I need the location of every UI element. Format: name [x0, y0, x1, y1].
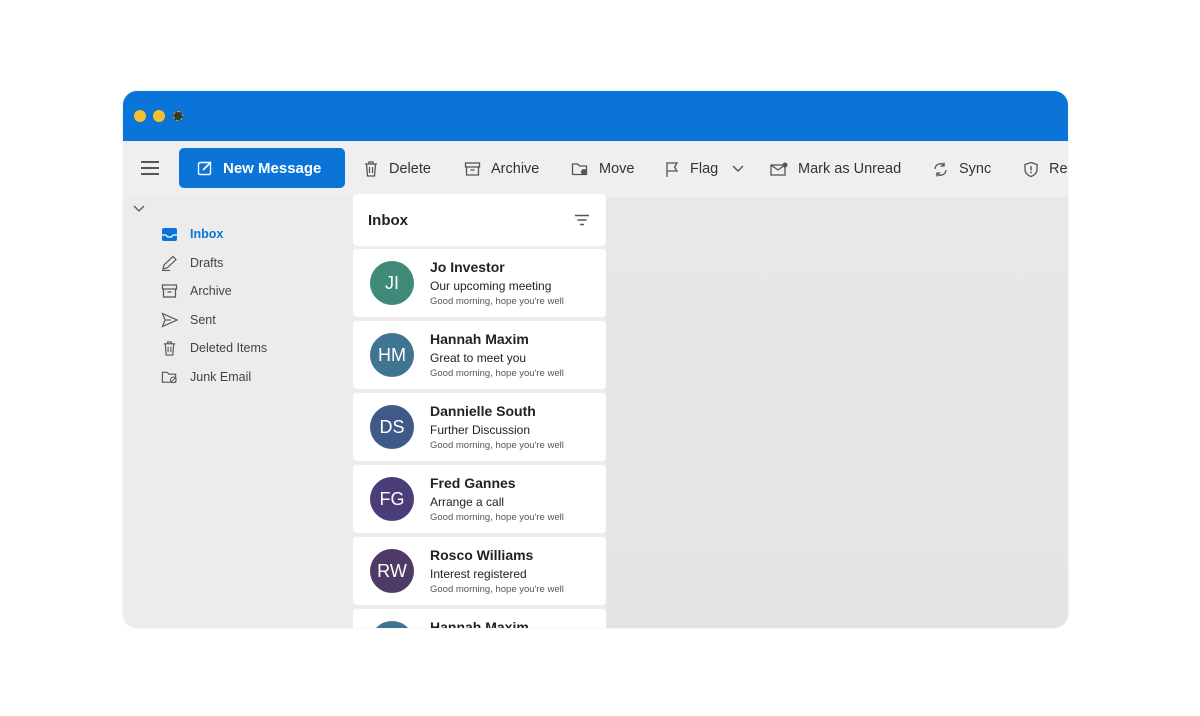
sent-icon	[161, 312, 178, 328]
message-subject: Further Discussion	[430, 423, 531, 437]
move-label: Move	[599, 161, 635, 177]
drafts-icon	[162, 255, 177, 271]
reading-pane	[606, 197, 1068, 628]
folder-sent[interactable]: Sent	[161, 309, 216, 331]
minimize-window-button[interactable]	[153, 110, 165, 122]
compose-icon	[197, 161, 212, 176]
folder-junk-email[interactable]: Junk Email	[161, 366, 251, 388]
folder-label: Archive	[190, 284, 232, 298]
message-preview: Good morning, hope you're well	[430, 368, 564, 379]
inbox-icon	[162, 227, 177, 241]
avatar: HM	[370, 333, 414, 377]
message-list: Inbox JI Jo Investor Our upcoming meeting G…	[353, 194, 606, 628]
move-folder-icon	[571, 163, 588, 176]
report-button[interactable]: Re	[1023, 157, 1068, 181]
mark-as-unread-button[interactable]: Mark as Unread	[770, 157, 901, 181]
filter-icon[interactable]	[574, 214, 590, 226]
message-row[interactable]: HM Hannah Maxim Great to meet you Good morn…	[353, 321, 606, 389]
avatar: HM	[370, 621, 414, 628]
unread-mail-icon	[770, 162, 788, 176]
flag-button[interactable]: Flag	[665, 157, 744, 181]
sync-label: Sync	[959, 161, 992, 177]
archive-icon	[161, 284, 178, 298]
folder-label: Junk Email	[190, 370, 252, 384]
avatar: JI	[370, 261, 414, 305]
message-list-header: Inbox	[353, 194, 606, 246]
message-sender: Fred Gannes	[430, 475, 516, 491]
mail-app-window: New Message Delete Archive Move Flag Mar…	[123, 91, 1068, 628]
toolbar: New Message Delete Archive Move Flag Mar…	[123, 141, 1068, 197]
message-row[interactable]: HM Hannah Maxim	[353, 609, 606, 628]
menu-icon[interactable]	[141, 161, 159, 175]
message-sender: Jo Investor	[430, 259, 505, 275]
message-row[interactable]: FG Fred Gannes Arrange a call Good morning,…	[353, 465, 606, 533]
flag-label: Flag	[690, 161, 719, 177]
new-message-label: New Message	[223, 159, 322, 177]
message-row[interactable]: RW Rosco Williams Interest registered Good …	[353, 537, 606, 605]
message-subject: Arrange a call	[430, 495, 505, 509]
folder-pane: Inbox Drafts Archive Sent Deleted Items …	[123, 197, 353, 628]
shield-icon	[1024, 161, 1038, 177]
folder-archive[interactable]: Archive	[161, 280, 232, 302]
archive-icon	[464, 162, 481, 176]
archive-label: Archive	[491, 161, 540, 177]
message-subject: Great to meet you	[430, 351, 527, 365]
report-label: Re	[1049, 161, 1068, 177]
folder-label: Inbox	[190, 227, 224, 241]
folder-label: Sent	[190, 313, 216, 327]
delete-button[interactable]: Delete	[363, 157, 431, 181]
zoom-window-button[interactable]	[173, 111, 183, 121]
trash-icon	[365, 161, 377, 177]
mark-as-unread-label: Mark as Unread	[798, 161, 902, 177]
close-window-button[interactable]	[134, 110, 146, 122]
archive-button[interactable]: Archive	[464, 157, 539, 181]
folder-label: Drafts	[190, 256, 224, 270]
sync-icon	[934, 162, 947, 176]
new-message-button[interactable]: New Message	[179, 148, 345, 188]
avatar: FG	[370, 477, 414, 521]
message-subject: Interest registered	[430, 567, 527, 581]
chevron-down-icon[interactable]	[133, 205, 145, 213]
sync-button[interactable]: Sync	[932, 157, 991, 181]
flag-icon	[666, 161, 679, 177]
message-sender: Rosco Williams	[430, 547, 534, 563]
move-button[interactable]: Move	[571, 157, 634, 181]
avatar: RW	[370, 549, 414, 593]
message-sender: Hannah Maxim	[430, 331, 529, 347]
message-sender: Hannah Maxim	[430, 619, 529, 628]
message-subject: Our upcoming meeting	[430, 279, 552, 293]
message-preview: Good morning, hope you're well	[430, 512, 564, 523]
folder-deleted-items[interactable]: Deleted Items	[161, 337, 267, 359]
junk-icon	[161, 371, 177, 384]
message-sender: Dannielle South	[430, 403, 536, 419]
trash-icon	[163, 340, 176, 356]
folder-inbox[interactable]: Inbox	[161, 223, 223, 245]
message-preview: Good morning, hope you're well	[430, 440, 564, 451]
folder-label: Deleted Items	[190, 341, 268, 355]
folder-drafts[interactable]: Drafts	[161, 252, 223, 274]
title-bar	[123, 91, 1068, 141]
list-title: Inbox	[368, 212, 408, 229]
avatar: DS	[370, 405, 414, 449]
chevron-down-icon[interactable]	[732, 165, 744, 173]
message-preview: Good morning, hope you're well	[430, 296, 564, 307]
delete-label: Delete	[389, 161, 431, 177]
message-preview: Good morning, hope you're well	[430, 584, 564, 595]
message-row[interactable]: DS Dannielle South Further Discussion Good …	[353, 393, 606, 461]
message-row[interactable]: JI Jo Investor Our upcoming meeting Good mo…	[353, 249, 606, 317]
